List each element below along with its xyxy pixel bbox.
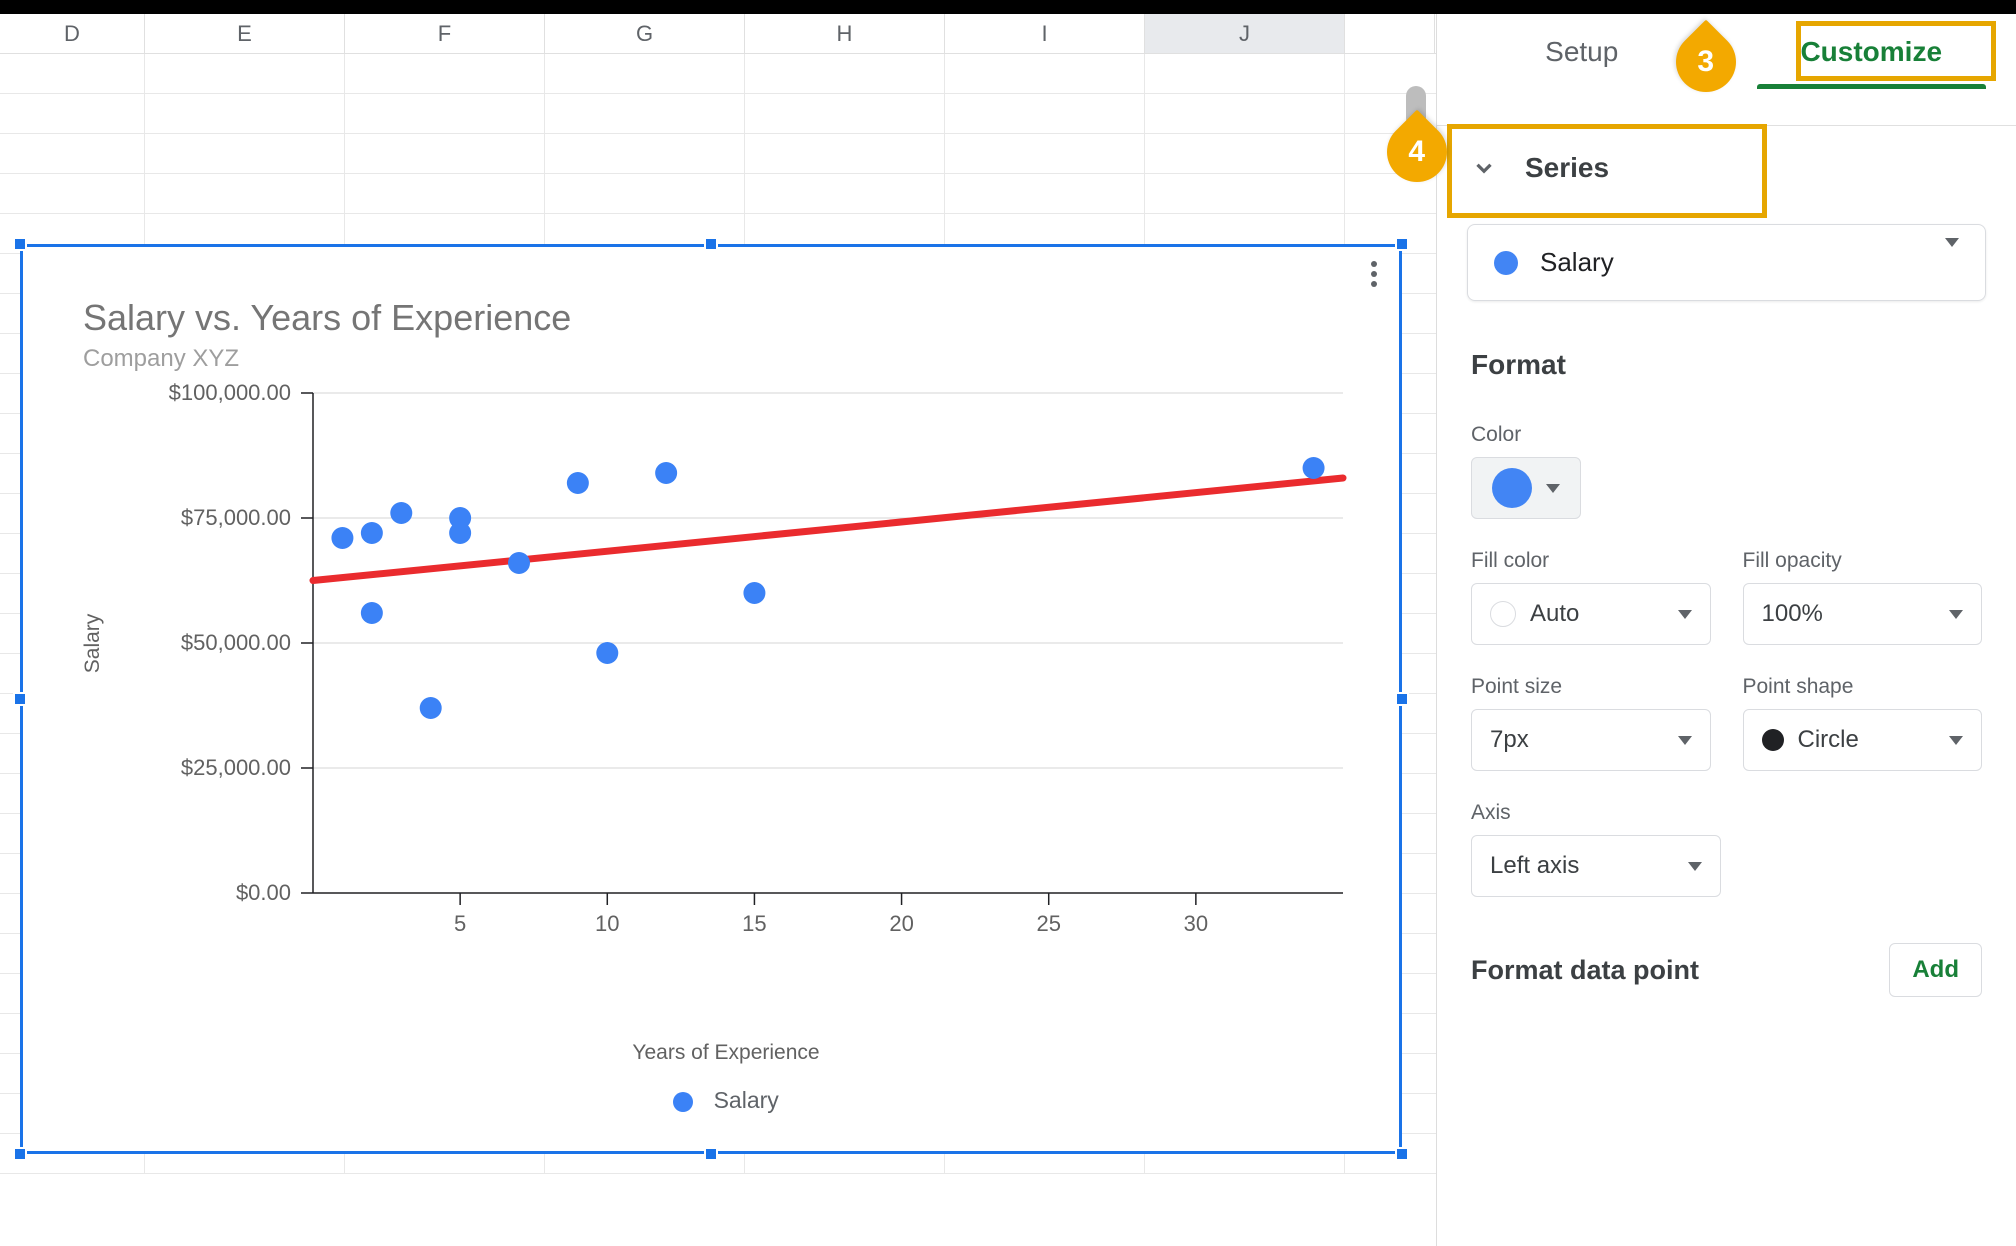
fill-opacity-select[interactable]: 100% xyxy=(1743,583,1983,645)
svg-text:$0.00: $0.00 xyxy=(236,880,291,905)
svg-text:$100,000.00: $100,000.00 xyxy=(169,383,291,405)
caret-down-icon xyxy=(1949,736,1963,745)
col-header[interactable]: G xyxy=(545,14,745,53)
vertical-scrollbar[interactable] xyxy=(1406,86,1426,128)
col-header[interactable]: F xyxy=(345,14,545,53)
col-header[interactable]: I xyxy=(945,14,1145,53)
col-header[interactable]: E xyxy=(145,14,345,53)
chevron-down-icon xyxy=(1471,155,1497,181)
series-selector[interactable]: Salary xyxy=(1467,224,1986,301)
resize-handle[interactable] xyxy=(13,1147,27,1161)
resize-handle[interactable] xyxy=(1395,1147,1409,1161)
svg-text:$25,000.00: $25,000.00 xyxy=(181,755,291,780)
color-swatch-circle xyxy=(1492,468,1532,508)
spreadsheet-area: D E F G H I J xyxy=(0,14,1436,1246)
label-fill-color: Fill color xyxy=(1471,549,1711,573)
legend: Salary xyxy=(63,1087,1389,1114)
resize-handle[interactable] xyxy=(13,692,27,706)
legend-label: Salary xyxy=(714,1087,779,1113)
svg-text:5: 5 xyxy=(454,911,466,936)
tab-customize[interactable]: Customize xyxy=(1727,14,2016,89)
caret-down-icon xyxy=(1688,862,1702,871)
label-color: Color xyxy=(1471,423,1982,447)
chart-subtitle: Company XYZ xyxy=(83,345,1389,373)
y-axis-label: Salary xyxy=(81,614,105,674)
series-color-icon xyxy=(1494,251,1518,275)
resize-handle[interactable] xyxy=(1395,692,1409,706)
column-headers: D E F G H I J xyxy=(0,14,1436,54)
svg-text:25: 25 xyxy=(1036,911,1060,936)
label-point-size: Point size xyxy=(1471,675,1711,699)
tab-setup[interactable]: Setup xyxy=(1437,14,1727,89)
format-heading: Format xyxy=(1471,349,1982,381)
label-fill-opacity: Fill opacity xyxy=(1743,549,1983,573)
label-axis: Axis xyxy=(1471,801,1982,825)
axis-value: Left axis xyxy=(1490,852,1579,880)
color-swatch[interactable] xyxy=(1471,457,1581,519)
chart-object[interactable]: Salary vs. Years of Experience Company X… xyxy=(20,244,1402,1154)
svg-text:20: 20 xyxy=(889,911,913,936)
section-series[interactable]: Series xyxy=(1437,125,2016,210)
svg-text:$75,000.00: $75,000.00 xyxy=(181,505,291,530)
svg-text:30: 30 xyxy=(1184,911,1208,936)
caret-down-icon xyxy=(1949,610,1963,619)
col-header[interactable]: J xyxy=(1145,14,1345,53)
chart-editor-panel: Setup Customize Series Salary Format Col… xyxy=(1436,14,2016,1246)
caret-down-icon xyxy=(1678,610,1692,619)
add-button[interactable]: Add xyxy=(1889,943,1982,997)
resize-handle[interactable] xyxy=(1395,237,1409,251)
fill-opacity-value: 100% xyxy=(1762,600,1823,628)
svg-text:10: 10 xyxy=(595,911,619,936)
point-size-value: 7px xyxy=(1490,726,1529,754)
point-size-select[interactable]: 7px xyxy=(1471,709,1711,771)
plot-area: Salary $0.00$25,000.00$50,000.00$75,000.… xyxy=(123,383,1389,1023)
caret-down-icon xyxy=(1678,736,1692,745)
point-shape-select[interactable]: Circle xyxy=(1743,709,1983,771)
resize-handle[interactable] xyxy=(704,237,718,251)
format-data-point-label: Format data point xyxy=(1471,955,1699,986)
section-series-label: Series xyxy=(1525,152,1609,184)
fill-color-value: Auto xyxy=(1530,600,1579,628)
series-selector-value: Salary xyxy=(1540,247,1614,278)
caret-down-icon xyxy=(1945,247,1959,278)
col-header[interactable]: H xyxy=(745,14,945,53)
legend-dot-icon xyxy=(673,1092,693,1112)
svg-text:$50,000.00: $50,000.00 xyxy=(181,630,291,655)
point-shape-value: Circle xyxy=(1798,726,1859,754)
fill-color-select[interactable]: Auto xyxy=(1471,583,1711,645)
axis-select[interactable]: Left axis xyxy=(1471,835,1721,897)
label-point-shape: Point shape xyxy=(1743,675,1983,699)
auto-color-icon xyxy=(1490,601,1516,627)
caret-down-icon xyxy=(1546,484,1560,493)
resize-handle[interactable] xyxy=(13,237,27,251)
col-header[interactable] xyxy=(1345,14,1435,53)
svg-text:15: 15 xyxy=(742,911,766,936)
resize-handle[interactable] xyxy=(704,1147,718,1161)
col-header[interactable]: D xyxy=(0,14,145,53)
circle-icon xyxy=(1762,729,1784,751)
x-axis-label: Years of Experience xyxy=(63,1041,1389,1065)
chart-title: Salary vs. Years of Experience xyxy=(83,297,1389,339)
